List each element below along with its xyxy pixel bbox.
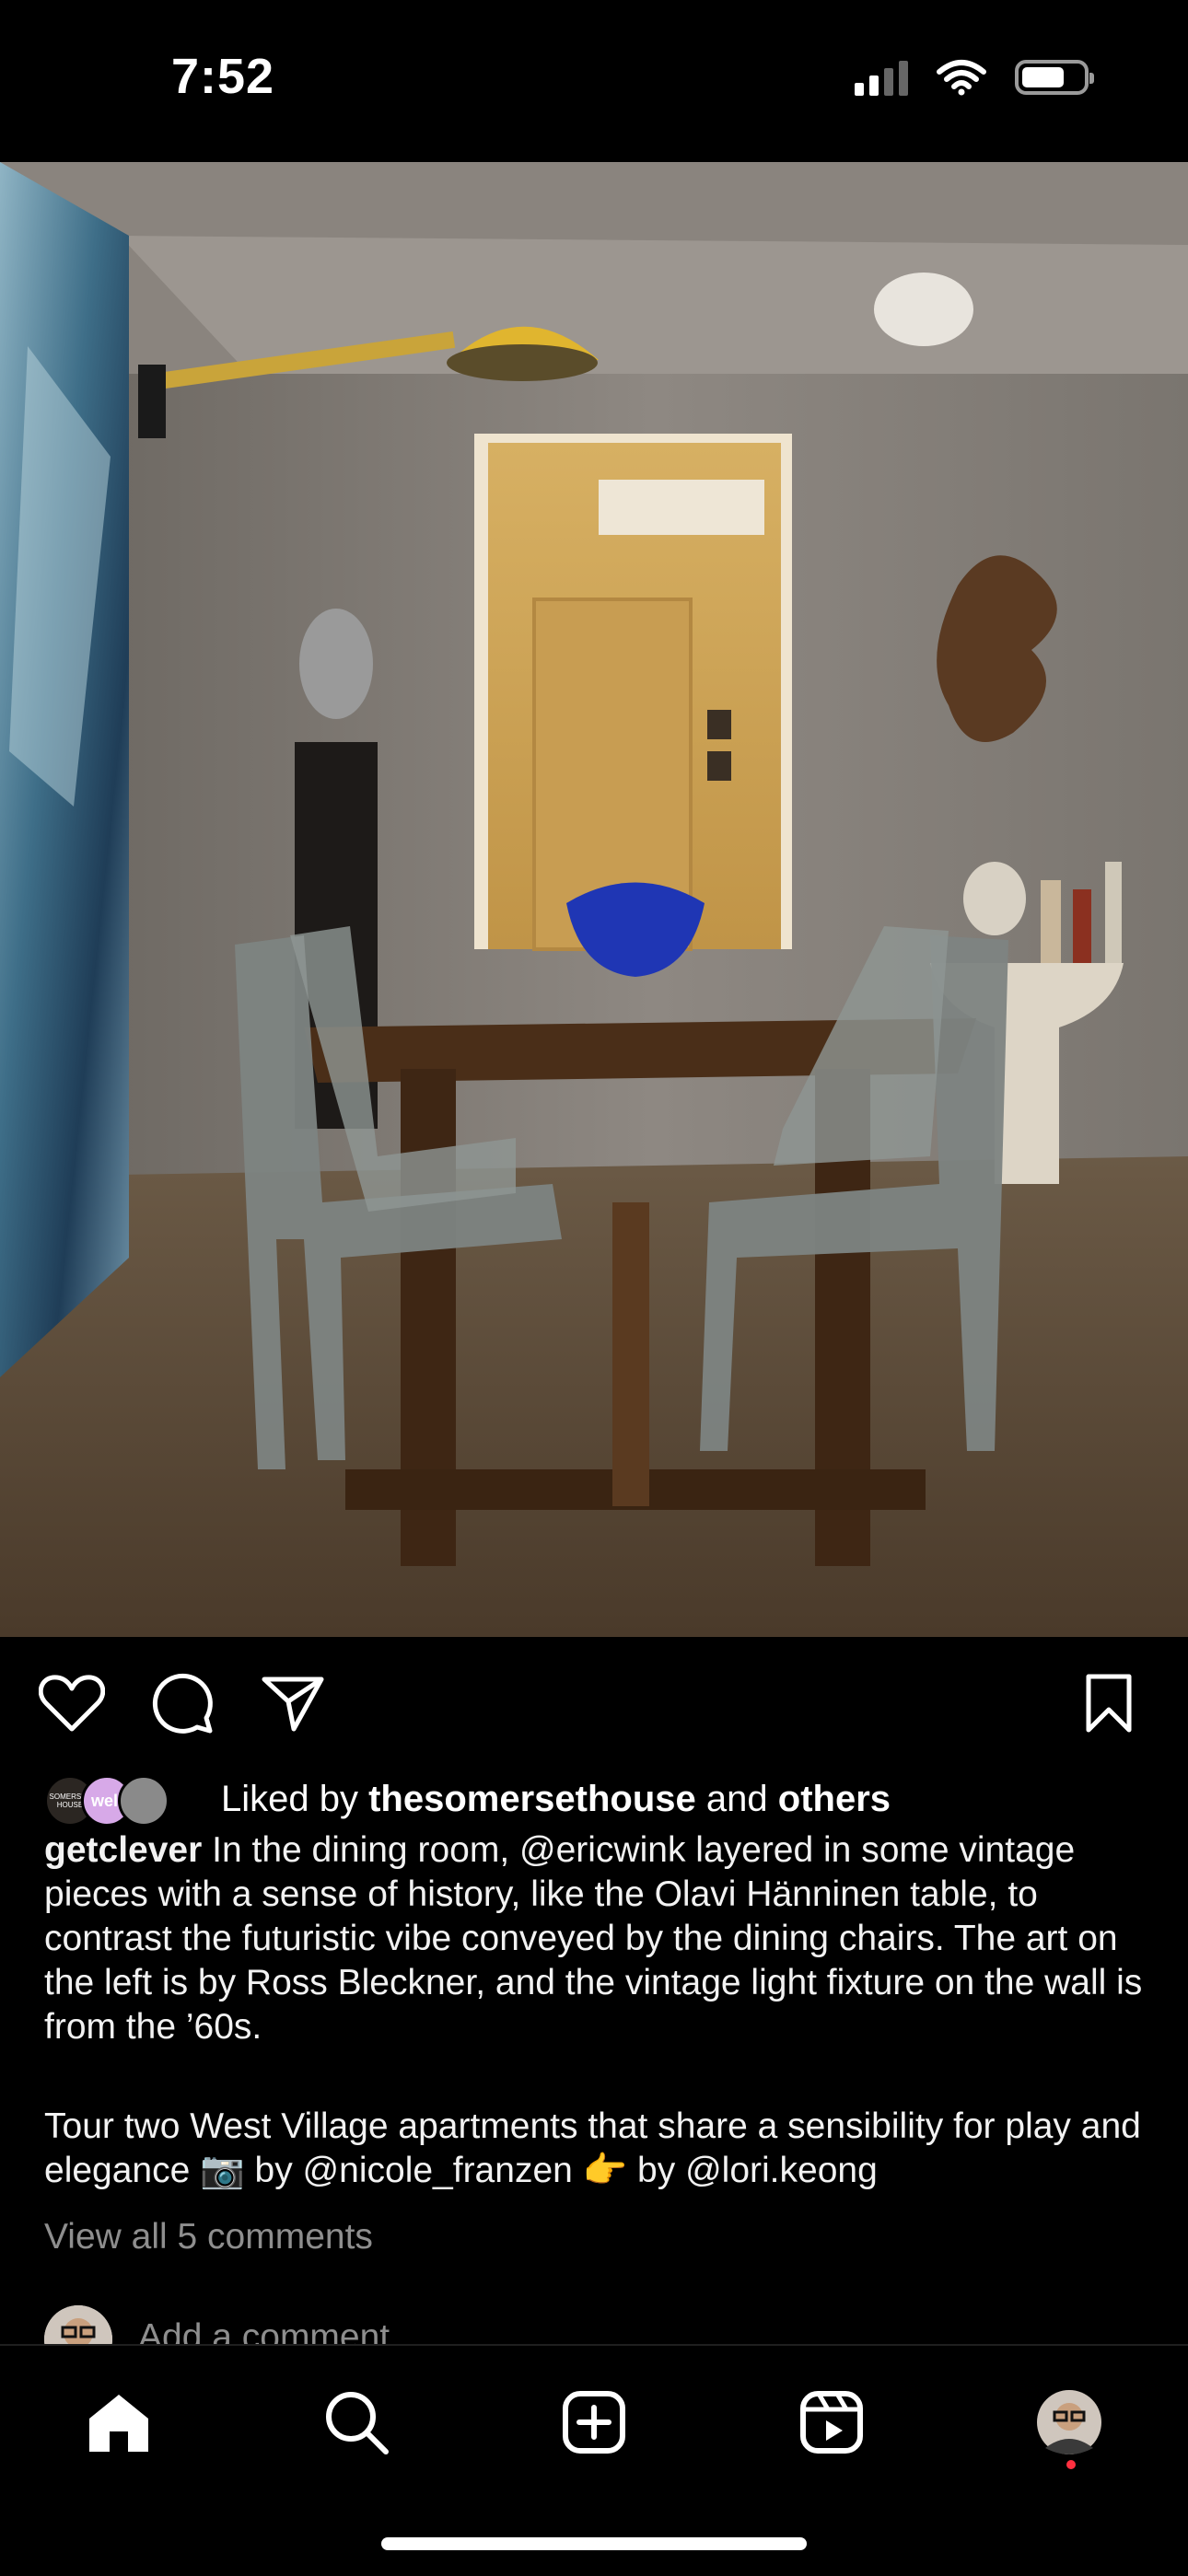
search-icon[interactable] <box>315 2381 398 2464</box>
profile-avatar[interactable] <box>1028 2381 1111 2464</box>
post-image[interactable] <box>0 162 1188 1637</box>
notification-dot <box>1066 2460 1076 2469</box>
wifi-icon <box>937 60 986 96</box>
likes-conjunction: and <box>705 1778 768 1819</box>
likes-others-link[interactable]: others <box>778 1779 891 1819</box>
view-all-comments-link[interactable]: View all 5 comments <box>44 2217 373 2257</box>
bookmark-icon[interactable] <box>1072 1666 1146 1740</box>
status-bar: 7:52 <box>0 0 1188 162</box>
avatar <box>118 1775 169 1827</box>
home-indicator <box>381 2537 807 2550</box>
caption-username[interactable]: getclever <box>44 1830 202 1870</box>
caption-text: In the dining room, @ericwink layered in… <box>44 1830 1143 2047</box>
post-caption: getclever In the dining room, @ericwink … <box>44 1828 1149 2193</box>
cellular-signal-icon <box>855 59 908 96</box>
likes-prefix: Liked by <box>221 1778 358 1819</box>
send-icon[interactable] <box>256 1666 330 1740</box>
liker-avatars: SOMERSET HOUSE well <box>44 1773 169 1827</box>
battery-icon <box>1015 60 1094 95</box>
heart-icon[interactable] <box>35 1666 109 1740</box>
reels-icon[interactable] <box>790 2381 873 2464</box>
likes-text: Liked by thesomersethouse and others <box>221 1779 891 1820</box>
likes-row[interactable]: SOMERSET HOUSE well Liked by thesomerset… <box>44 1770 891 1828</box>
liker-username[interactable]: thesomersethouse <box>368 1779 696 1819</box>
post-action-bar <box>0 1666 1188 1749</box>
comment-icon[interactable] <box>146 1666 219 1740</box>
status-icons <box>855 59 1094 96</box>
plus-square-icon[interactable] <box>553 2381 635 2464</box>
status-time: 7:52 <box>171 49 275 104</box>
home-icon[interactable] <box>77 2381 160 2464</box>
caption-text-2: Tour two West Village apartments that sh… <box>44 2106 1141 2190</box>
